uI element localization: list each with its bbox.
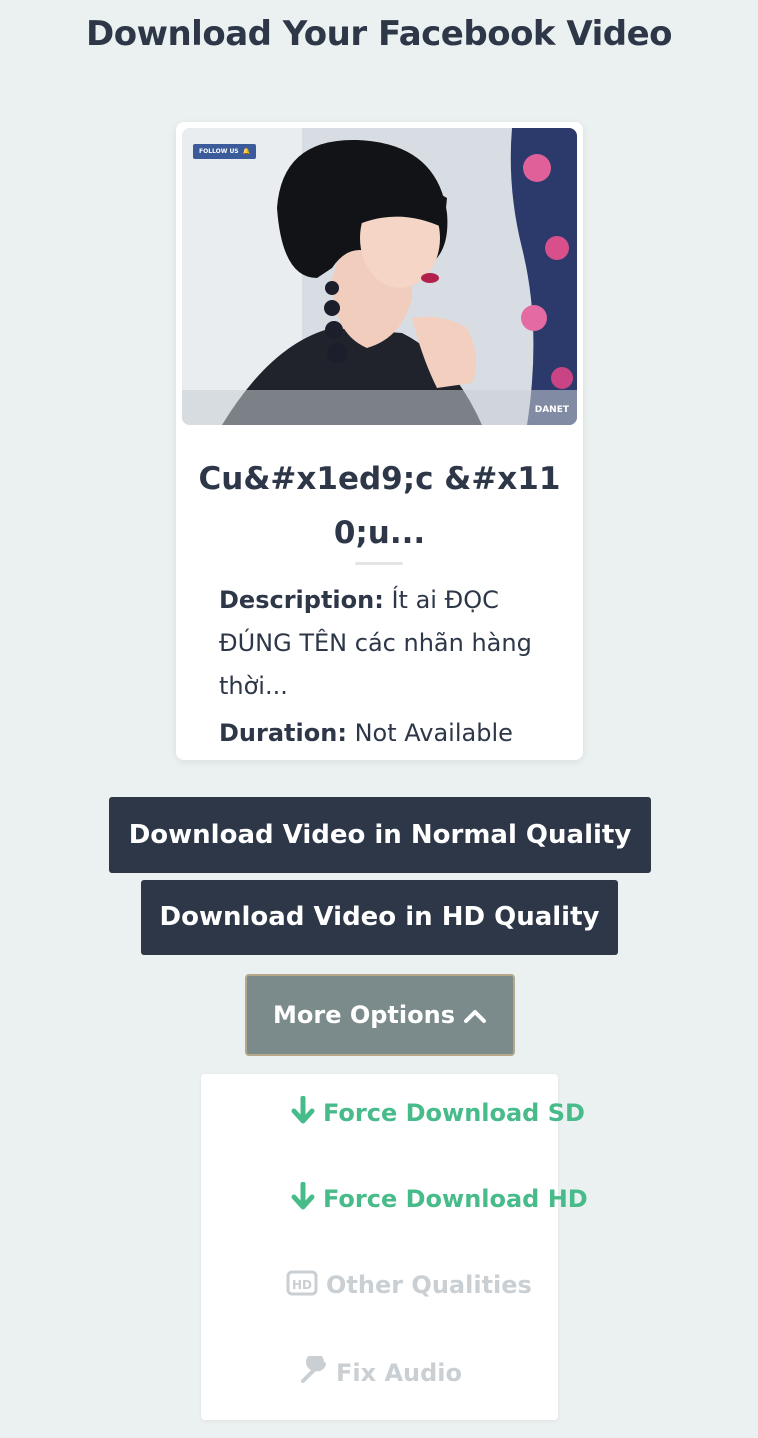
bell-icon: 🔔 — [242, 148, 251, 155]
download-normal-quality-button[interactable]: Download Video in Normal Quality — [109, 797, 651, 873]
more-options-label: More Options — [273, 1001, 455, 1029]
wrench-icon — [298, 1353, 328, 1392]
duration-value: Not Available — [354, 719, 513, 747]
duration-label: Duration: — [219, 719, 347, 747]
title-divider — [355, 562, 403, 565]
follow-us-badge: FOLLOW US 🔔 — [193, 144, 257, 159]
video-thumbnail[interactable]: FOLLOW US 🔔 DANET — [182, 128, 577, 425]
arrow-down-icon — [291, 1095, 315, 1132]
arrow-down-icon — [291, 1181, 315, 1218]
video-duration: Duration: Not Available — [219, 712, 543, 755]
video-description: Description: Ít ai ĐỌC ĐÚNG TÊN các nhãn… — [219, 579, 543, 708]
fix-audio-item[interactable]: Fix Audio — [298, 1353, 718, 1392]
page-title: Download Your Facebook Video — [85, 14, 673, 54]
download-hd-quality-button[interactable]: Download Video in HD Quality — [141, 880, 618, 955]
svg-text:HD: HD — [292, 1278, 312, 1292]
force-download-sd-item[interactable]: Force Download SD — [291, 1095, 711, 1132]
fix-audio-label: Fix Audio — [336, 1359, 463, 1387]
more-options-menu: Force Download SD Force Download HD HD O… — [201, 1074, 588, 1420]
brand-watermark: DANET — [534, 405, 569, 415]
other-qualities-item[interactable]: HD Other Qualities — [286, 1270, 706, 1302]
hd-icon: HD — [286, 1270, 318, 1302]
force-download-hd-label: Force Download HD — [323, 1185, 588, 1213]
video-card: FOLLOW US 🔔 DANET Cu&#x1ed9;c &#x110;u...… — [176, 122, 583, 760]
chevron-up-icon — [463, 977, 487, 1055]
video-title: Cu&#x1ed9;c &#x110;u... — [198, 461, 561, 551]
thumbnail-image — [182, 128, 577, 425]
more-options-button[interactable]: More Options — [245, 974, 515, 1056]
force-download-hd-item[interactable]: Force Download HD — [291, 1181, 711, 1218]
other-qualities-label: Other Qualities — [326, 1271, 532, 1299]
description-label: Description: — [219, 586, 384, 614]
force-download-sd-label: Force Download SD — [323, 1099, 585, 1127]
